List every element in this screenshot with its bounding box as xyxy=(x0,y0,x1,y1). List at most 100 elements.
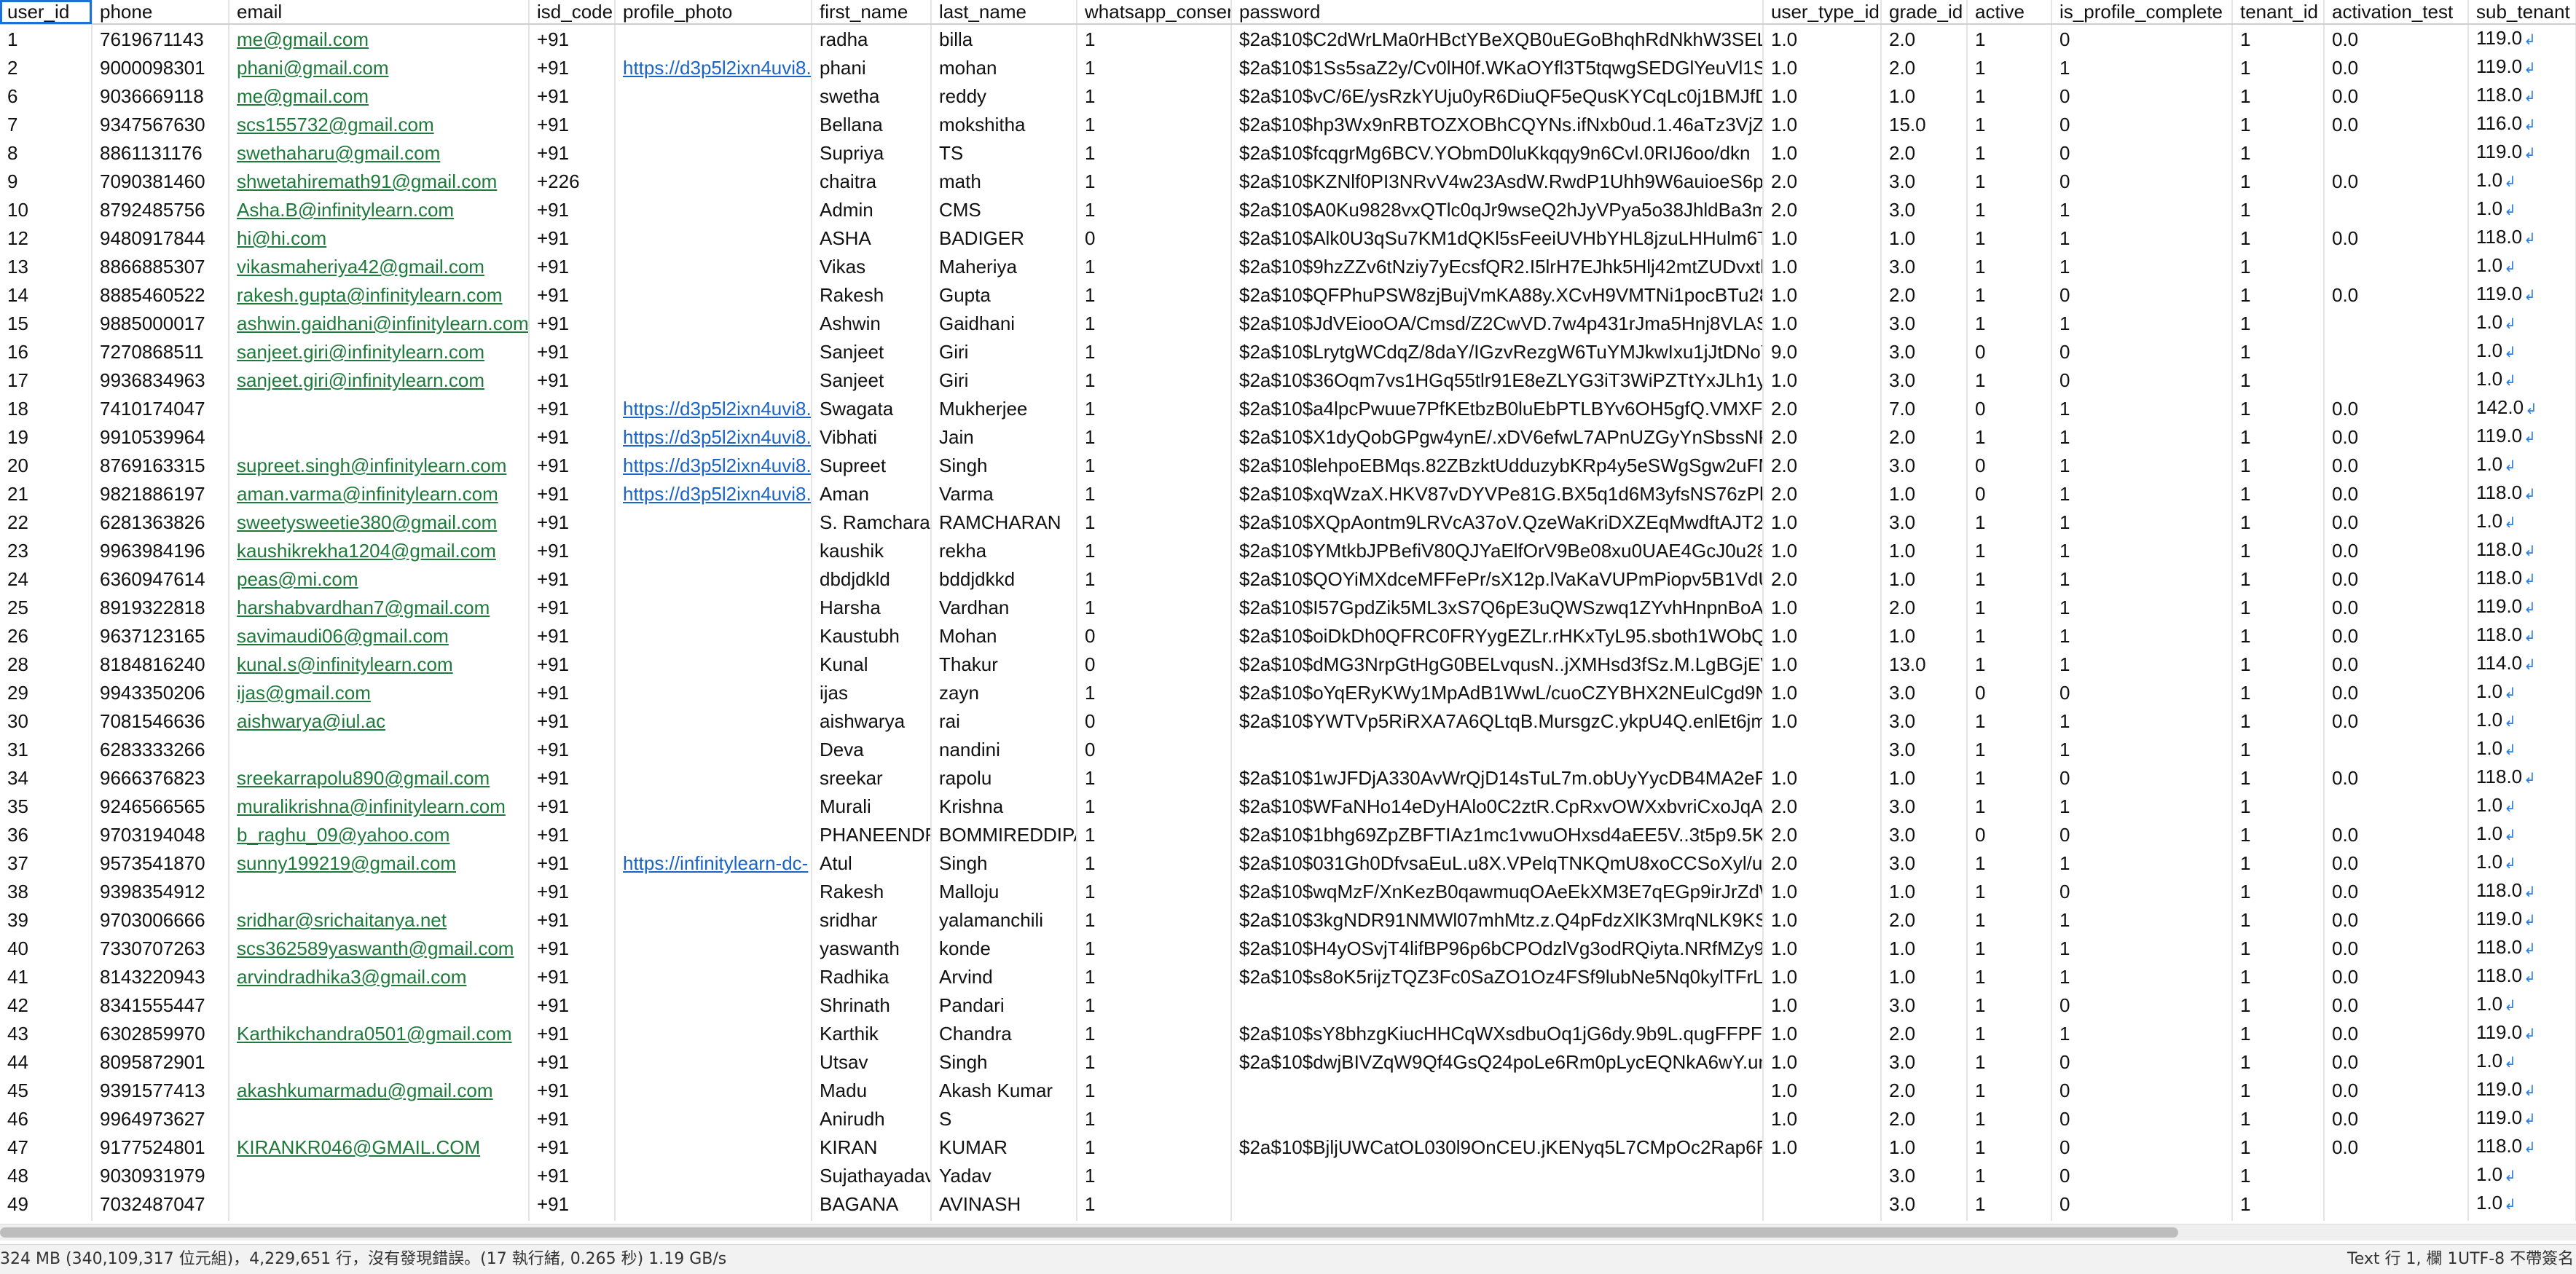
cell-whatsapp-consent[interactable]: 1 xyxy=(1077,962,1232,991)
cell-password[interactable]: $2a$10$a4lpcPwuue7PfKEtbzB0luEbPTLBYv6OH… xyxy=(1231,394,1764,422)
cell-active[interactable]: 1 xyxy=(1967,593,2052,621)
table-row[interactable]: 12 9480917844 hi@hi.com +91 ASHA BADIGER 0 $2a$… xyxy=(0,224,2576,252)
cell-user-type-id[interactable]: 1.0 xyxy=(1763,508,1882,536)
cell-profile-photo[interactable] xyxy=(615,82,812,110)
cell-email[interactable]: me@gmail.com xyxy=(229,82,530,110)
cell-email[interactable]: kunal.s@infinitylearn.com xyxy=(229,650,530,678)
column-header-first-name[interactable]: first_name xyxy=(812,0,932,25)
cell-last-name[interactable]: BADIGER xyxy=(931,224,1077,252)
cell-active[interactable]: 1 xyxy=(1967,280,2052,309)
cell-activation-test[interactable]: 0.0 xyxy=(2324,905,2469,934)
cell-user-type-id[interactable]: 1.0 xyxy=(1763,110,1882,138)
cell-isd-code[interactable]: +91 xyxy=(529,593,616,621)
cell-user-id[interactable]: 47 xyxy=(0,1133,93,1161)
cell-profile-photo[interactable]: https://d3p5l2ixn4uvi8.c xyxy=(615,394,812,422)
cell-tenant-id[interactable]: 1 xyxy=(2232,565,2325,593)
cell-last-name[interactable]: rekha xyxy=(931,536,1077,565)
cell-activation-test[interactable] xyxy=(2324,138,2469,167)
cell-password[interactable]: $2a$10$wqMzF/XnKezB0qawmuqOAeEkXM3E7qEGp… xyxy=(1231,877,1764,905)
cell-activation-test[interactable]: 0.0 xyxy=(2324,877,2469,905)
column-header-grade-id[interactable]: grade_id xyxy=(1881,0,1968,25)
cell-isd-code[interactable]: +91 xyxy=(529,877,616,905)
cell-password[interactable]: $2a$10$hp3Wx9nRBTOZXOBhCQYNs.ifNxb0ud.1.… xyxy=(1231,110,1764,138)
cell-user-type-id[interactable]: 2.0 xyxy=(1763,849,1882,877)
cell-tenant-id[interactable]: 1 xyxy=(2232,1047,2325,1076)
cell-whatsapp-consent[interactable]: 1 xyxy=(1077,195,1232,224)
cell-user-id[interactable]: 10 xyxy=(0,195,93,224)
cell-first-name[interactable]: kaushik xyxy=(812,536,932,565)
cell-activation-test[interactable]: 0.0 xyxy=(2324,593,2469,621)
cell-password[interactable]: $2a$10$9hzZZv6tNziy7yEcsfQR2.I5lrH7EJhk5… xyxy=(1231,252,1764,280)
cell-phone[interactable]: 6281363826 xyxy=(92,508,229,536)
cell-phone[interactable]: 9703194048 xyxy=(92,820,229,849)
table-row[interactable]: 28 8184816240 kunal.s@infinitylearn.com +91… xyxy=(0,650,2576,678)
cell-user-id[interactable]: 7 xyxy=(0,110,93,138)
cell-profile-photo[interactable] xyxy=(615,167,812,195)
cell-active[interactable]: 1 xyxy=(1967,224,2052,252)
cell-active[interactable]: 0 xyxy=(1967,820,2052,849)
cell-sub-tenant[interactable]: 119.0↲ xyxy=(2468,1104,2576,1133)
table-row[interactable]: 37 9573541870 sunny199219@gmail.com +91 http… xyxy=(0,849,2576,877)
cell-activation-test[interactable]: 0.0 xyxy=(2324,1104,2469,1133)
cell-email[interactable]: arvindradhika3@gmail.com xyxy=(229,962,530,991)
cell-email[interactable]: kaushikrekha1204@gmail.com xyxy=(229,536,530,565)
cell-user-type-id[interactable]: 1.0 xyxy=(1763,763,1882,792)
cell-email[interactable]: ashwin.gaidhani@infinitylearn.com xyxy=(229,309,530,337)
cell-active[interactable]: 1 xyxy=(1967,252,2052,280)
cell-sub-tenant[interactable]: 118.0 ↲ xyxy=(2468,962,2576,991)
cell-grade-id[interactable]: 3.0 xyxy=(1881,735,1968,763)
cell-user-type-id[interactable]: 1.0 xyxy=(1763,366,1882,394)
cell-tenant-id[interactable]: 1 xyxy=(2232,280,2325,309)
encoding-indicator[interactable]: UTF-8 不帶簽名 xyxy=(2458,1245,2574,1274)
cell-sub-tenant[interactable]: 1.0 ↲ xyxy=(2468,735,2576,763)
cell-user-id[interactable]: 38 xyxy=(0,877,93,905)
cell-user-type-id[interactable]: 9.0 xyxy=(1763,337,1882,366)
cell-active[interactable]: 1 xyxy=(1967,309,2052,337)
cell-is-profile-complete[interactable]: 0 xyxy=(2051,366,2233,394)
cell-is-profile-complete[interactable]: 0 xyxy=(2051,1190,2233,1218)
cell-grade-id[interactable]: 3.0 xyxy=(1881,820,1968,849)
cell-email[interactable]: harshabvardhan7@gmail.com xyxy=(229,593,530,621)
cell-grade-id[interactable]: 1.0 xyxy=(1881,536,1968,565)
cell-active[interactable]: 1 xyxy=(1967,1076,2052,1104)
cell-user-type-id[interactable]: 1.0 xyxy=(1763,1076,1882,1104)
cell-profile-photo[interactable] xyxy=(615,735,812,763)
table-row[interactable]: 30 7081546636 aishwarya@iul.ac +91 aishwarya… xyxy=(0,707,2576,735)
cell-grade-id[interactable]: 1.0 xyxy=(1881,565,1968,593)
cell-user-type-id[interactable]: 1.0 xyxy=(1763,138,1882,167)
cell-user-id[interactable]: 1 xyxy=(0,24,93,53)
cell-whatsapp-consent[interactable]: 1 xyxy=(1077,138,1232,167)
cell-active[interactable]: 1 xyxy=(1967,849,2052,877)
cell-phone[interactable]: 9036669118 xyxy=(92,82,229,110)
cell-user-type-id[interactable]: 1.0 xyxy=(1763,82,1882,110)
cell-active[interactable]: 1 xyxy=(1967,1047,2052,1076)
cell-sub-tenant[interactable]: 1.0 ↲ xyxy=(2468,1190,2576,1218)
table-row[interactable]: 25 8919322818 harshabvardhan7@gmail.com +91… xyxy=(0,593,2576,621)
cell-tenant-id[interactable]: 1 xyxy=(2232,1076,2325,1104)
cell-sub-tenant[interactable]: 1.0 ↲ xyxy=(2468,366,2576,394)
cell-user-type-id[interactable]: 1.0 xyxy=(1763,280,1882,309)
cell-whatsapp-consent[interactable]: 1 xyxy=(1077,991,1232,1019)
table-row[interactable]: 2 9000098301 phani@gmail.com +91 https://d3p… xyxy=(0,53,2576,82)
cell-password[interactable]: $2a$10$031Gh0DfvsaEuL.u8X.VPelqTNKQmU8xo… xyxy=(1231,849,1764,877)
cell-first-name[interactable]: Murali xyxy=(812,792,932,820)
cell-is-profile-complete[interactable]: 1 xyxy=(2051,451,2233,479)
horizontal-scrollbar[interactable] xyxy=(0,1224,2576,1240)
cell-first-name[interactable]: Kaustubh xyxy=(812,621,932,650)
cell-tenant-id[interactable]: 1 xyxy=(2232,479,2325,508)
cell-grade-id[interactable]: 2.0 xyxy=(1881,1218,1968,1221)
cell-phone[interactable]: 7330707263 xyxy=(92,934,229,962)
cell-profile-photo[interactable] xyxy=(615,1047,812,1076)
table-row[interactable]: 31 6283333266 +91 Deva nandini 0 3.0 1 1 1 1.0 ↲ xyxy=(0,735,2576,763)
cell-grade-id[interactable]: 1.0 xyxy=(1881,224,1968,252)
cell-grade-id[interactable]: 3.0 xyxy=(1881,849,1968,877)
cell-sub-tenant[interactable]: 142.0 ↲ xyxy=(2468,394,2576,422)
column-header-is-profile-complete[interactable]: is_profile_complete xyxy=(2051,0,2233,25)
cell-last-name[interactable]: Singh xyxy=(931,1047,1077,1076)
cell-active[interactable]: 1 xyxy=(1967,24,2052,53)
cell-grade-id[interactable]: 3.0 xyxy=(1881,678,1968,707)
table-row[interactable]: 21 9821886197 aman.varma@infinitylearn.com… xyxy=(0,479,2576,508)
cell-active[interactable]: 0 xyxy=(1967,451,2052,479)
cell-sub-tenant[interactable]: 118.0 ↲ xyxy=(2468,934,2576,962)
cell-phone[interactable]: 9398354912 xyxy=(92,877,229,905)
